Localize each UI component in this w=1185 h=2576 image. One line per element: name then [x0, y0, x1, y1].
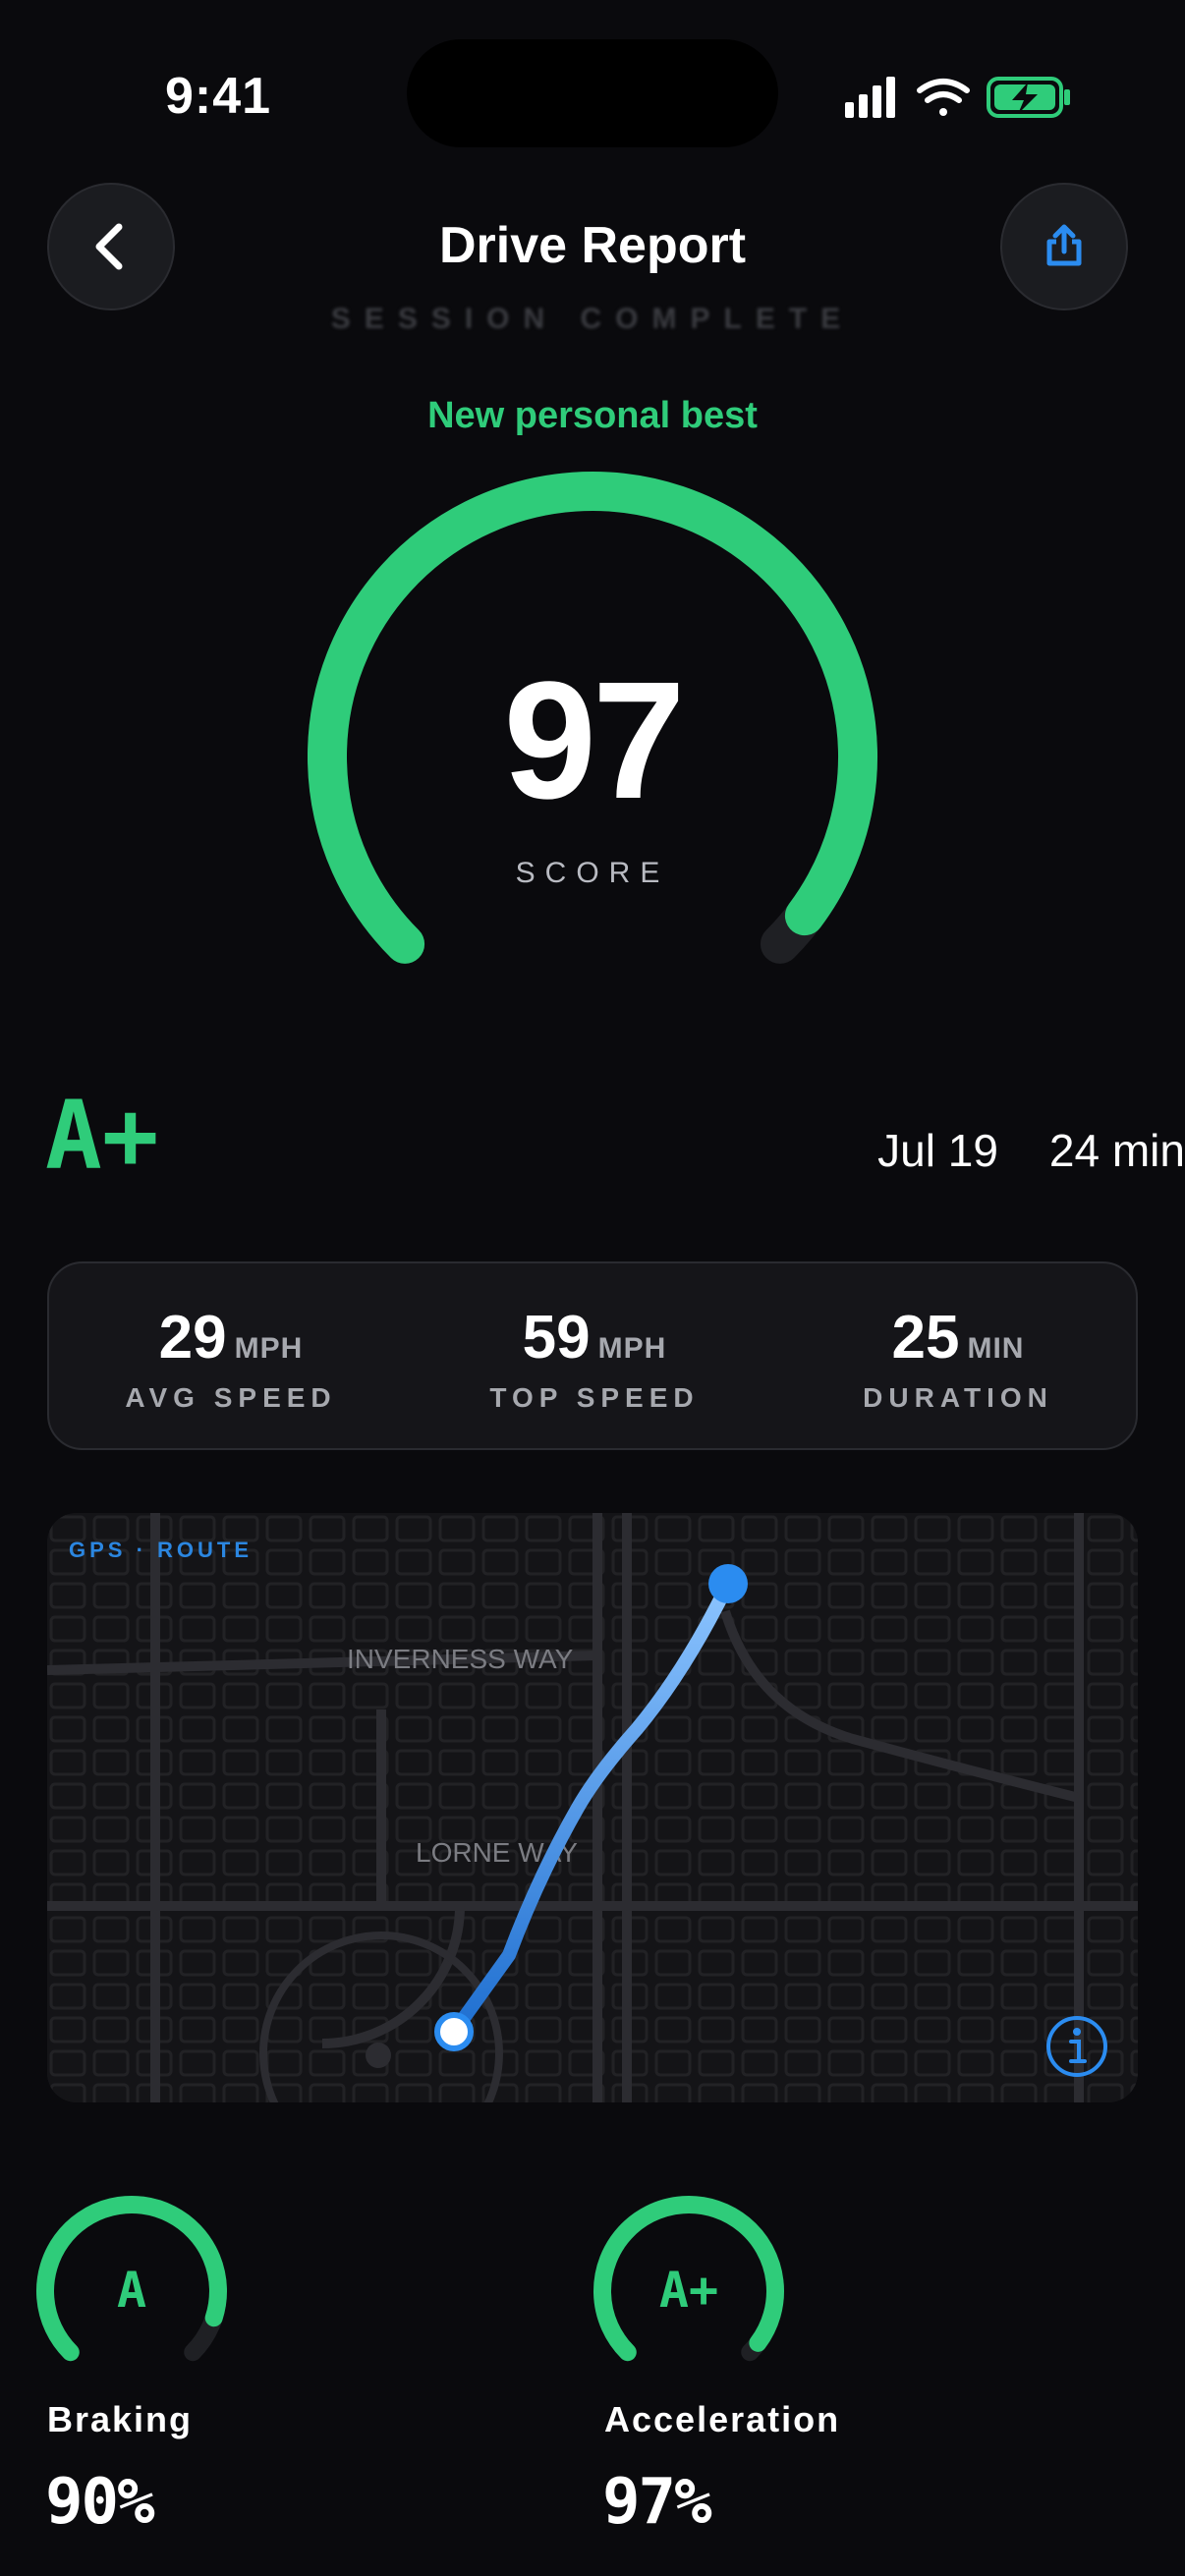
- status-time: 9:41: [165, 68, 272, 125]
- dynamic-island: [407, 39, 778, 147]
- stat-unit: MPH: [597, 1332, 667, 1365]
- stat-value: 59: [522, 1304, 591, 1372]
- wifi-icon: [917, 79, 970, 116]
- stat-unit: MPH: [234, 1332, 304, 1365]
- braking-value: 90%: [45, 2466, 155, 2539]
- stat-unit: MIN: [967, 1332, 1025, 1365]
- share-icon: [1046, 224, 1082, 266]
- acceleration-label: Acceleration: [604, 2399, 841, 2439]
- route-end-marker: [708, 1564, 748, 1603]
- acceleration-value: 97%: [602, 2466, 712, 2539]
- session-subtitle: SESSION COMPLETE: [330, 303, 855, 335]
- stat-avg-speed: 29 MPH AVG SPEED: [49, 1303, 413, 1414]
- personal-best-badge: New personal best: [427, 395, 758, 436]
- stats-card: 29 MPH AVG SPEED 59 MPH TOP SPEED 25 MIN DU…: [47, 1261, 1138, 1450]
- stat-label: DURATION: [863, 1382, 1053, 1413]
- acceleration-grade: A+: [658, 2262, 719, 2319]
- info-icon[interactable]: [1044, 2014, 1109, 2079]
- status-icons: [845, 77, 1070, 118]
- stat-value: 29: [158, 1304, 227, 1372]
- stat-top-speed: 59 MPH TOP SPEED: [413, 1303, 776, 1414]
- stat-value: 25: [891, 1304, 960, 1372]
- drive-date: Jul 19: [877, 1125, 998, 1176]
- score-value: 97: [503, 647, 685, 834]
- signal-icon: [845, 77, 895, 118]
- date-duration: Jul 19 24 min: [47, 1124, 1185, 1177]
- stat-label: TOP SPEED: [489, 1382, 700, 1413]
- map-canvas: INVERNESS WAY LORNE WAY: [47, 1513, 1138, 2102]
- score-label: SCORE: [515, 857, 670, 889]
- street-label: INVERNESS WAY: [347, 1644, 574, 1674]
- stat-label: AVG SPEED: [125, 1382, 337, 1413]
- stat-duration: 25 MIN DURATION: [776, 1303, 1140, 1414]
- braking-label: Braking: [47, 2399, 194, 2439]
- share-button[interactable]: [1000, 183, 1128, 310]
- drive-duration: 24 min: [1048, 1125, 1185, 1176]
- route-map[interactable]: INVERNESS WAY LORNE WAY: [47, 1513, 1138, 2102]
- braking-grade: A: [116, 2262, 147, 2319]
- battery-charging-icon: [987, 77, 1070, 118]
- route-start-marker: [434, 2012, 474, 2051]
- map-label: GPS · ROUTE: [69, 1538, 254, 1562]
